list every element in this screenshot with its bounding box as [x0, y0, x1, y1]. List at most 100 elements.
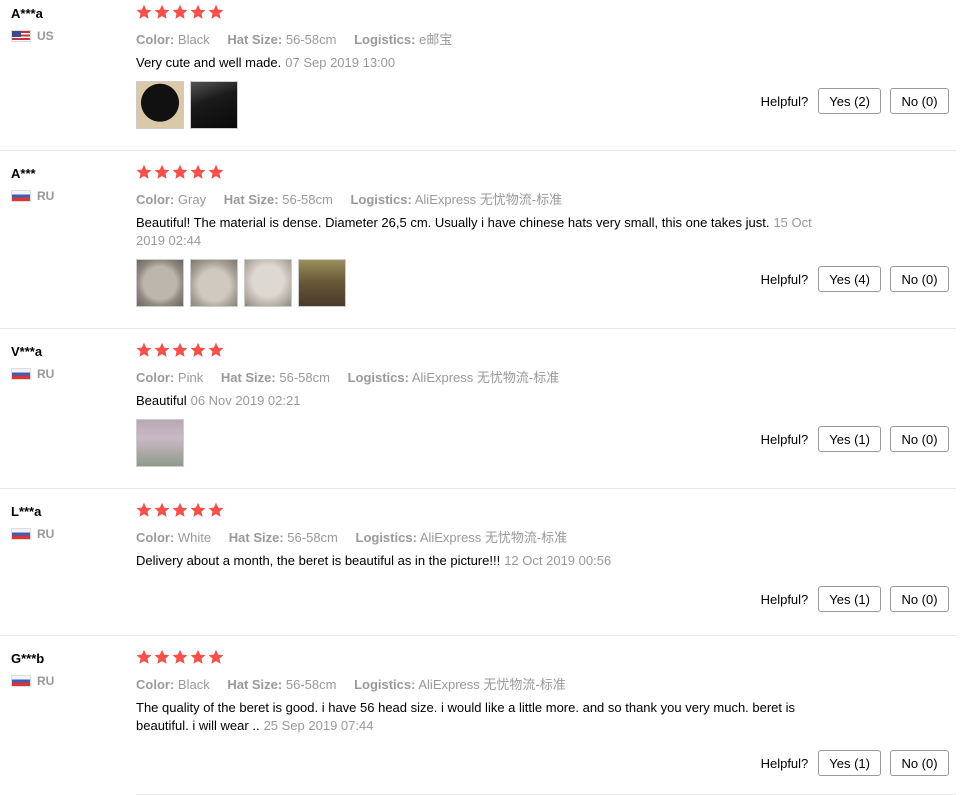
star-icon	[208, 164, 224, 179]
country-code: RU	[37, 527, 55, 541]
helpful-no-button[interactable]: No (0)	[890, 426, 949, 452]
helpful-controls: Helpful? Yes (1) No (0)	[761, 426, 970, 452]
helpful-label: Helpful?	[760, 93, 809, 109]
helpful-yes-button[interactable]: Yes (4)	[818, 266, 881, 292]
star-rating	[136, 164, 224, 180]
color-value: Pink	[177, 370, 204, 385]
review-photos	[136, 81, 238, 129]
review-photo[interactable]	[136, 419, 184, 467]
review-text: Beautiful 06 Nov 2019 02:21	[136, 393, 301, 408]
star-icon	[190, 164, 206, 179]
star-icon	[136, 342, 152, 357]
divider	[0, 328, 956, 329]
helpful-no-button[interactable]: No (0)	[890, 750, 949, 776]
helpful-yes-button[interactable]: Yes (1)	[818, 750, 881, 776]
helpful-yes-button[interactable]: Yes (1)	[818, 586, 881, 612]
star-icon	[190, 649, 206, 664]
star-icon	[172, 342, 188, 357]
color-value: Black	[177, 677, 210, 692]
helpful-controls: Helpful? Yes (1) No (0)	[761, 586, 970, 612]
hat-size-value: 56-58cm	[285, 32, 337, 47]
star-icon	[136, 502, 152, 517]
logistics-value: AliExpress 无忧物流-标准	[414, 192, 563, 207]
star-icon	[154, 164, 170, 179]
hat-size-value: 56-58cm	[285, 677, 337, 692]
review-meta: Color: Pink Hat Size: 56-58cm Logistics:…	[136, 370, 560, 385]
review-meta: Color: Black Hat Size: 56-58cm Logistics…	[136, 677, 566, 692]
color-value: Gray	[177, 192, 207, 207]
country-code: RU	[37, 674, 55, 688]
star-icon	[208, 649, 224, 664]
reviewer-country: RU	[11, 367, 54, 381]
us-flag-icon	[11, 30, 31, 42]
star-icon	[154, 342, 170, 357]
review-text: Beautiful! The material is dense. Diamet…	[136, 215, 812, 248]
logistics-value: AliExpress 无忧物流-标准	[411, 370, 560, 385]
helpful-yes-button[interactable]: Yes (2)	[818, 88, 881, 114]
review-photos	[136, 259, 346, 307]
review-photo[interactable]	[298, 259, 346, 307]
review-photo[interactable]	[244, 259, 292, 307]
ru-flag-icon	[11, 675, 31, 687]
review-meta: Color: Black Hat Size: 56-58cm Logistics…	[136, 32, 453, 47]
reviewer-country: RU	[11, 674, 54, 688]
logistics-value: AliExpress 无忧物流-标准	[419, 530, 568, 545]
hat-size-value: 56-58cm	[287, 530, 338, 545]
star-icon	[136, 649, 152, 664]
reviewer-name: V***a	[11, 344, 43, 359]
star-rating	[136, 502, 224, 518]
review-date: 07 Sep 2019 13:00	[285, 55, 396, 70]
country-code: RU	[37, 189, 55, 203]
reviewer-name: A***	[11, 166, 36, 181]
ru-flag-icon	[11, 368, 31, 380]
review-meta: Color: Gray Hat Size: 56-58cm Logistics:…	[136, 192, 563, 207]
reviewer-country: US	[11, 29, 54, 43]
hat-size-value: 56-58cm	[279, 370, 330, 385]
helpful-no-button[interactable]: No (0)	[890, 586, 949, 612]
helpful-controls: Helpful? Yes (4) No (0)	[761, 266, 970, 292]
star-icon	[190, 502, 206, 517]
star-icon	[208, 502, 224, 517]
star-icon	[154, 649, 170, 664]
star-icon	[208, 4, 224, 19]
star-rating	[136, 649, 224, 665]
helpful-no-button[interactable]: No (0)	[890, 88, 949, 114]
helpful-yes-button[interactable]: Yes (1)	[818, 426, 881, 452]
country-code: RU	[37, 367, 55, 381]
review-text: The quality of the beret is good. i have…	[136, 700, 796, 733]
reviewer-name: A***a	[11, 6, 43, 21]
divider	[0, 488, 956, 489]
helpful-label: Helpful?	[760, 431, 809, 447]
star-icon	[208, 342, 224, 357]
star-icon	[172, 502, 188, 517]
ru-flag-icon	[11, 190, 31, 202]
review-date: 12 Oct 2019 00:56	[504, 553, 612, 568]
review-photo[interactable]	[136, 81, 184, 129]
star-icon	[136, 164, 152, 179]
star-icon	[190, 4, 206, 19]
star-icon	[190, 342, 206, 357]
reviewer-country: RU	[11, 527, 54, 541]
review-text: Very cute and well made. 07 Sep 2019 13:0…	[136, 55, 396, 70]
star-icon	[154, 502, 170, 517]
reviewer-name: G***b	[11, 651, 45, 666]
review-photo[interactable]	[190, 81, 238, 129]
color-value: Black	[177, 32, 210, 47]
helpful-controls: Helpful? Yes (2) No (0)	[761, 88, 970, 114]
star-rating	[136, 342, 224, 358]
reviewer-name: L***a	[11, 504, 42, 519]
review-date: 06 Nov 2019 02:21	[190, 393, 301, 408]
ru-flag-icon	[11, 528, 31, 540]
review-text: Delivery about a month, the beret is bea…	[136, 553, 612, 568]
star-rating	[136, 4, 224, 20]
helpful-controls: Helpful? Yes (1) No (0)	[761, 750, 970, 776]
helpful-label: Helpful?	[760, 591, 809, 607]
helpful-no-button[interactable]: No (0)	[890, 266, 949, 292]
review-date: 25 Sep 2019 07:44	[263, 718, 374, 733]
star-icon	[154, 4, 170, 19]
divider	[0, 635, 956, 636]
review-photo[interactable]	[136, 259, 184, 307]
review-photo[interactable]	[190, 259, 238, 307]
logistics-value: AliExpress 无忧物流-标准	[418, 677, 566, 692]
helpful-label: Helpful?	[760, 755, 809, 771]
